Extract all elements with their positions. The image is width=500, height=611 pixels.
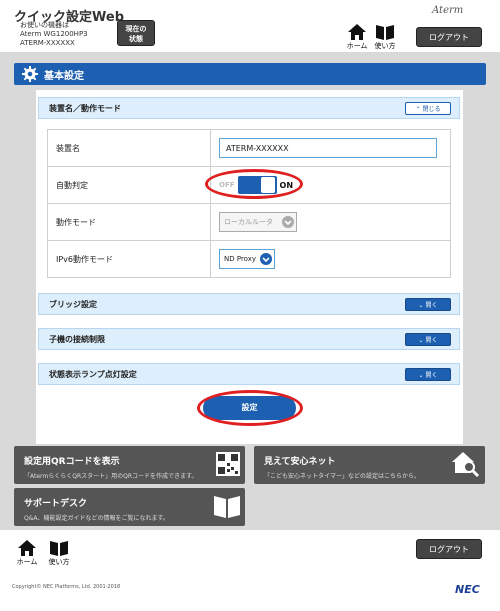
qr-code-tile[interactable]: 設定用QRコードを表示 「AtermらくらくQRスタート」用のQRコードを作成で… (14, 446, 245, 484)
howto-label: 使い方 (374, 42, 396, 50)
ipv6-value: ND Proxy (224, 255, 257, 263)
home-search-icon (452, 452, 480, 477)
open-label: 開く (425, 337, 438, 344)
qr-tile-desc: 「AtermらくらくQRスタート」用のQRコードを作成できます。 (24, 473, 198, 480)
book-icon (50, 541, 68, 556)
device-name-input[interactable] (219, 138, 437, 158)
open-button[interactable]: ⌄ 開く (405, 333, 451, 346)
mode-label: 動作モード (47, 203, 211, 241)
mode-cell: ローカルルータ (210, 203, 451, 241)
qr-code-icon (216, 452, 240, 476)
accordion-label: 状態表示ランプ点灯設定 (49, 370, 137, 379)
safe-tile-title: 見えて安心ネット (264, 457, 336, 467)
mode-value: ローカルルータ (224, 218, 273, 226)
auto-detect-label: 自動判定 (47, 166, 211, 204)
aterm-logo: Aterm (432, 5, 464, 16)
support-tile-desc: Q&A、機能設定ガイドなどの情報をご覧になれます。 (24, 515, 169, 522)
accordion-device-mode: 装置名／動作モード ⌃ 閉じる (38, 97, 460, 119)
header: クイック設定Web お使いの機器は Aterm WG1200HP3 ATERM-… (0, 0, 500, 52)
table-row: IPv6動作モード ND Proxy (47, 240, 451, 278)
close-button[interactable]: ⌃ 閉じる (405, 102, 451, 115)
device-model: Aterm WG1200HP3 (20, 30, 88, 38)
open-button[interactable]: ⌄ 開く (405, 298, 451, 311)
home-button[interactable]: ホーム (346, 24, 368, 51)
highlight-toggle-ellipse (205, 169, 303, 199)
footer-home-label: ホーム (16, 558, 38, 566)
gear-icon (22, 66, 38, 82)
current-status-button[interactable]: 現在の 状態 (117, 20, 155, 46)
footer-howto-label: 使い方 (48, 558, 70, 566)
mode-select: ローカルルータ (219, 212, 297, 232)
logout-button[interactable]: ログアウト (416, 27, 482, 47)
open-label: 開く (425, 372, 438, 379)
device-info: お使いの機器は Aterm WG1200HP3 ATERM-XXXXXX (20, 21, 88, 48)
accordion-lamp: 状態表示ランプ点灯設定 ⌄ 開く (38, 363, 460, 385)
footer-logout-button[interactable]: ログアウト (416, 539, 482, 559)
safe-net-tile[interactable]: 見えて安心ネット 「こども安心ネットタイマー」などの設定はこちらから。 (254, 446, 485, 484)
close-label: 閉じる (422, 106, 441, 113)
qr-tile-title: 設定用QRコードを表示 (24, 457, 120, 467)
howto-button[interactable]: 使い方 (374, 24, 396, 51)
safe-tile-desc: 「こども安心ネットタイマー」などの設定はこちらから。 (264, 473, 421, 480)
open-button[interactable]: ⌄ 開く (405, 368, 451, 381)
accordion-label: 子機の接続制限 (49, 335, 105, 344)
nec-logo: NEC (455, 583, 480, 596)
table-row: 動作モード ローカルルータ (47, 203, 451, 241)
section-header: 基本設定 (14, 63, 486, 85)
accordion-client-limit: 子機の接続制限 ⌄ 開く (38, 328, 460, 350)
accordion-label: 装置名／動作モード (49, 104, 121, 113)
footer-howto-button[interactable]: 使い方 (48, 540, 70, 567)
home-icon (348, 24, 366, 40)
highlight-apply-ellipse (197, 390, 303, 426)
chevron-down-icon (260, 253, 272, 265)
device-info-line: お使いの機器は (20, 21, 69, 29)
ipv6-cell: ND Proxy (210, 240, 451, 278)
device-name: ATERM-XXXXXX (20, 39, 75, 47)
book-icon (214, 496, 240, 518)
copyright: Copyright© NEC Platforms, Ltd. 2001-2018 (12, 584, 121, 590)
home-label: ホーム (346, 42, 368, 50)
support-desk-tile[interactable]: サポートデスク Q&A、機能設定ガイドなどの情報をご覧になれます。 (14, 488, 245, 526)
chevron-down-icon (282, 216, 294, 228)
table-row: 装置名 (47, 129, 451, 167)
support-tile-title: サポートデスク (24, 499, 88, 509)
footer-home-button[interactable]: ホーム (16, 540, 38, 567)
ipv6-select[interactable]: ND Proxy (219, 249, 275, 269)
ipv6-label: IPv6動作モード (47, 240, 211, 278)
open-label: 開く (425, 302, 438, 309)
book-icon (376, 25, 394, 40)
status-button-line2: 状態 (129, 35, 143, 43)
accordion-bridge: ブリッジ設定 ⌄ 開く (38, 293, 460, 315)
accordion-label: ブリッジ設定 (49, 300, 97, 309)
device-name-cell (210, 129, 451, 167)
section-title: 基本設定 (44, 71, 84, 82)
device-name-label: 装置名 (47, 129, 211, 167)
settings-table: 装置名 自動判定 OFF ON 動作モード ローカルルータ IPv6動作モード … (47, 129, 451, 278)
home-icon (18, 540, 36, 556)
status-button-line1: 現在の (125, 25, 147, 33)
